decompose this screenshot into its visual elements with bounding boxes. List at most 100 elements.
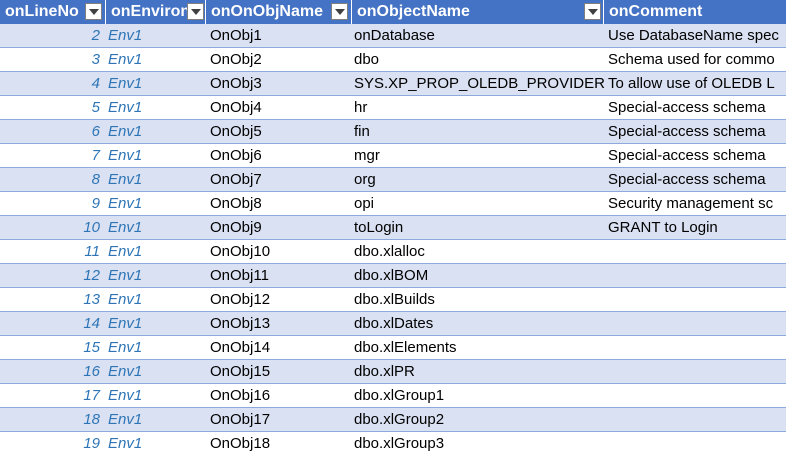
cell-comment[interactable] xyxy=(604,312,786,335)
cell-onobj-name[interactable]: OnObj4 xyxy=(206,96,352,119)
cell-environ[interactable]: Env1 xyxy=(106,144,206,167)
cell-line-no[interactable]: 19 xyxy=(0,432,103,452)
table-row[interactable]: 6 Env1 OnObj5 fin Special-access schema xyxy=(0,120,786,144)
cell-object-name[interactable]: dbo.xlGroup3 xyxy=(352,432,604,452)
filter-dropdown-icon[interactable] xyxy=(584,3,601,20)
cell-onobj-name[interactable]: OnObj6 xyxy=(206,144,352,167)
cell-object-name[interactable]: hr xyxy=(352,96,604,119)
cell-object-name[interactable]: fin xyxy=(352,120,604,143)
cell-object-name[interactable]: dbo.xlalloc xyxy=(352,240,604,263)
cell-environ[interactable]: Env1 xyxy=(106,96,206,119)
cell-onobj-name[interactable]: OnObj10 xyxy=(206,240,352,263)
table-row[interactable]: 16 Env1 OnObj15 dbo.xlPR xyxy=(0,360,786,384)
cell-environ[interactable]: Env1 xyxy=(106,168,206,191)
cell-onobj-name[interactable]: OnObj9 xyxy=(206,216,352,239)
header-ononobjname[interactable]: onOnObjName xyxy=(206,0,352,24)
cell-environ[interactable]: Env1 xyxy=(106,288,206,311)
cell-comment[interactable]: Use DatabaseName spec xyxy=(604,24,786,47)
cell-line-no[interactable]: 8 xyxy=(0,168,103,191)
cell-line-no[interactable]: 6 xyxy=(0,120,103,143)
cell-environ[interactable]: Env1 xyxy=(106,24,206,47)
table-row[interactable]: 8 Env1 OnObj7 org Special-access schema xyxy=(0,168,786,192)
cell-object-name[interactable]: dbo.xlBOM xyxy=(352,264,604,287)
cell-object-name[interactable]: opi xyxy=(352,192,604,215)
cell-onobj-name[interactable]: OnObj15 xyxy=(206,360,352,383)
cell-object-name[interactable]: org xyxy=(352,168,604,191)
filter-dropdown-icon[interactable] xyxy=(187,3,204,20)
cell-environ[interactable]: Env1 xyxy=(106,312,206,335)
table-row[interactable]: 19 Env1 OnObj18 dbo.xlGroup3 xyxy=(0,432,786,452)
cell-onobj-name[interactable]: OnObj16 xyxy=(206,384,352,407)
cell-line-no[interactable]: 11 xyxy=(0,240,103,263)
cell-comment[interactable]: Special-access schema xyxy=(604,168,786,191)
cell-comment[interactable]: Security management sc xyxy=(604,192,786,215)
cell-line-no[interactable]: 14 xyxy=(0,312,103,335)
cell-object-name[interactable]: dbo.xlPR xyxy=(352,360,604,383)
cell-onobj-name[interactable]: OnObj3 xyxy=(206,72,352,95)
cell-onobj-name[interactable]: OnObj13 xyxy=(206,312,352,335)
filter-dropdown-icon[interactable] xyxy=(331,3,348,20)
cell-object-name[interactable]: onDatabase xyxy=(352,24,604,47)
cell-environ[interactable]: Env1 xyxy=(106,240,206,263)
cell-environ[interactable]: Env1 xyxy=(106,360,206,383)
cell-onobj-name[interactable]: OnObj18 xyxy=(206,432,352,452)
cell-object-name[interactable]: dbo.xlBuilds xyxy=(352,288,604,311)
cell-object-name[interactable]: toLogin xyxy=(352,216,604,239)
table-row[interactable]: 2 Env1 OnObj1 onDatabase Use DatabaseName sp… xyxy=(0,24,786,48)
cell-line-no[interactable]: 9 xyxy=(0,192,103,215)
header-onenviron[interactable]: onEnviron xyxy=(106,0,206,24)
cell-onobj-name[interactable]: OnObj12 xyxy=(206,288,352,311)
cell-comment[interactable] xyxy=(604,432,786,452)
table-row[interactable]: 14 Env1 OnObj13 dbo.xlDates xyxy=(0,312,786,336)
cell-line-no[interactable]: 7 xyxy=(0,144,103,167)
cell-comment[interactable] xyxy=(604,360,786,383)
cell-comment[interactable]: Special-access schema xyxy=(604,144,786,167)
table-row[interactable]: 4 Env1 OnObj3 SYS.XP_PROP_OLEDB_PROVIDER To … xyxy=(0,72,786,96)
cell-line-no[interactable]: 18 xyxy=(0,408,103,431)
cell-object-name[interactable]: dbo.xlElements xyxy=(352,336,604,359)
cell-line-no[interactable]: 17 xyxy=(0,384,103,407)
table-row[interactable]: 9 Env1 OnObj8 opi Security management sc xyxy=(0,192,786,216)
table-row[interactable]: 12 Env1 OnObj11 dbo.xlBOM xyxy=(0,264,786,288)
cell-comment[interactable] xyxy=(604,288,786,311)
header-online-no[interactable]: onLineNo xyxy=(0,0,106,24)
cell-comment[interactable]: Special-access schema xyxy=(604,120,786,143)
cell-onobj-name[interactable]: OnObj14 xyxy=(206,336,352,359)
table-row[interactable]: 7 Env1 OnObj6 mgr Special-access schema xyxy=(0,144,786,168)
cell-comment[interactable] xyxy=(604,384,786,407)
header-onobjectname[interactable]: onObjectName xyxy=(352,0,604,24)
table-row[interactable]: 17 Env1 OnObj16 dbo.xlGroup1 xyxy=(0,384,786,408)
cell-line-no[interactable]: 3 xyxy=(0,48,103,71)
cell-object-name[interactable]: dbo.xlDates xyxy=(352,312,604,335)
cell-environ[interactable]: Env1 xyxy=(106,264,206,287)
cell-environ[interactable]: Env1 xyxy=(106,216,206,239)
cell-environ[interactable]: Env1 xyxy=(106,192,206,215)
cell-line-no[interactable]: 15 xyxy=(0,336,103,359)
cell-object-name[interactable]: dbo.xlGroup2 xyxy=(352,408,604,431)
cell-onobj-name[interactable]: OnObj11 xyxy=(206,264,352,287)
cell-line-no[interactable]: 5 xyxy=(0,96,103,119)
cell-object-name[interactable]: mgr xyxy=(352,144,604,167)
table-row[interactable]: 3 Env1 OnObj2 dbo Schema used for commo xyxy=(0,48,786,72)
table-row[interactable]: 15 Env1 OnObj14 dbo.xlElements xyxy=(0,336,786,360)
cell-environ[interactable]: Env1 xyxy=(106,48,206,71)
cell-line-no[interactable]: 10 xyxy=(0,216,103,239)
cell-environ[interactable]: Env1 xyxy=(106,120,206,143)
cell-onobj-name[interactable]: OnObj8 xyxy=(206,192,352,215)
cell-line-no[interactable]: 4 xyxy=(0,72,103,95)
cell-comment[interactable] xyxy=(604,336,786,359)
cell-environ[interactable]: Env1 xyxy=(106,72,206,95)
cell-onobj-name[interactable]: OnObj5 xyxy=(206,120,352,143)
cell-comment[interactable]: GRANT to Login xyxy=(604,216,786,239)
table-row[interactable]: 18 Env1 OnObj17 dbo.xlGroup2 xyxy=(0,408,786,432)
cell-onobj-name[interactable]: OnObj1 xyxy=(206,24,352,47)
cell-comment[interactable]: Special-access schema xyxy=(604,96,786,119)
cell-comment[interactable] xyxy=(604,240,786,263)
cell-object-name[interactable]: SYS.XP_PROP_OLEDB_PROVIDER xyxy=(352,72,604,95)
cell-environ[interactable]: Env1 xyxy=(106,432,206,452)
cell-environ[interactable]: Env1 xyxy=(106,384,206,407)
cell-object-name[interactable]: dbo xyxy=(352,48,604,71)
cell-line-no[interactable]: 16 xyxy=(0,360,103,383)
cell-comment[interactable] xyxy=(604,408,786,431)
cell-comment[interactable] xyxy=(604,264,786,287)
